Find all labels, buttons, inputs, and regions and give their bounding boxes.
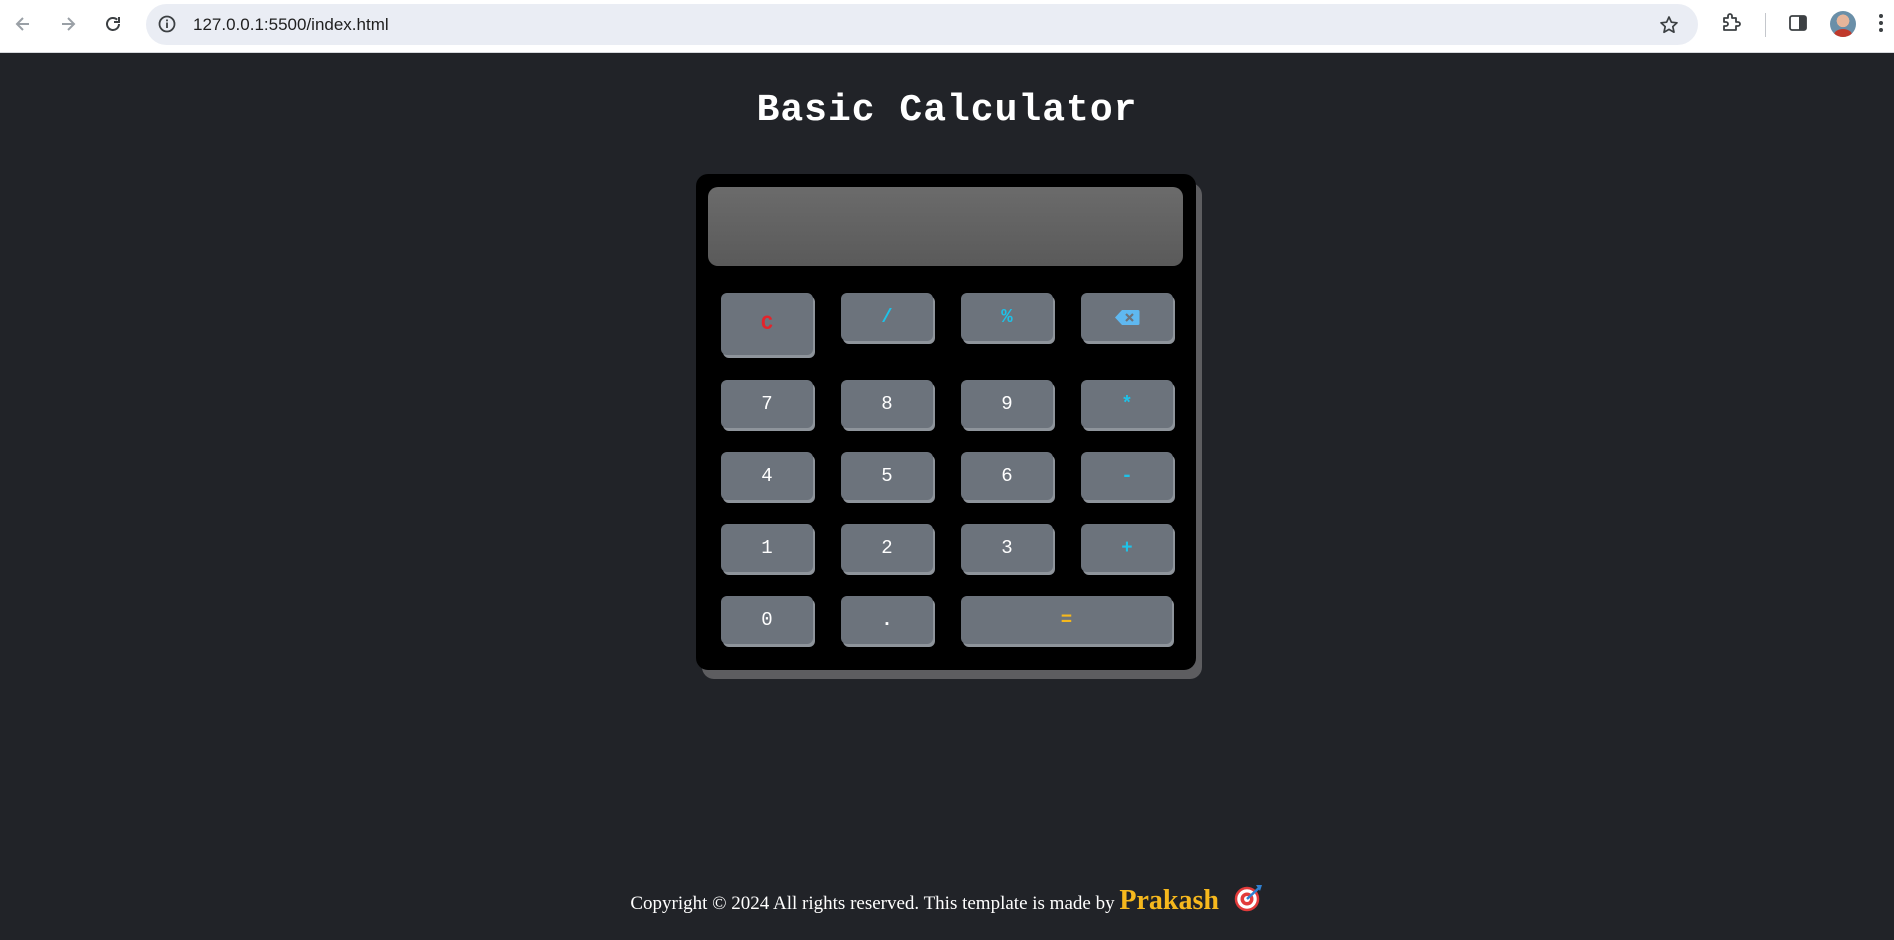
forward-icon[interactable] (56, 12, 80, 36)
footer: Copyright © 2024 All rights reserved. Th… (0, 883, 1894, 919)
address-bar[interactable]: 127.0.0.1:5500/index.html (146, 4, 1698, 45)
author-name: Prakash (1119, 885, 1219, 916)
page-body: Basic Calculator C / % 7 8 9 * 4 5 6 - 1… (0, 53, 1894, 940)
copyright-text: Copyright © 2024 All rights reserved. Th… (630, 893, 1115, 914)
url-text: 127.0.0.1:5500/index.html (193, 15, 389, 34)
digit-8-button[interactable]: 8 (841, 380, 933, 428)
bookmark-star-icon[interactable] (1658, 14, 1680, 36)
site-info-icon[interactable] (157, 14, 177, 34)
backspace-button[interactable] (1081, 293, 1173, 341)
plus-button[interactable]: + (1081, 524, 1173, 572)
divide-button[interactable]: / (841, 293, 933, 341)
minus-button[interactable]: - (1081, 452, 1173, 500)
reload-icon[interactable] (101, 12, 125, 36)
digit-2-button[interactable]: 2 (841, 524, 933, 572)
calculator: C / % 7 8 9 * 4 5 6 - 1 2 3 + 0 . = (696, 174, 1196, 670)
decimal-point-button[interactable]: . (841, 596, 933, 644)
backspace-icon (1114, 309, 1140, 326)
digit-6-button[interactable]: 6 (961, 452, 1053, 500)
back-icon[interactable] (11, 12, 35, 36)
side-panel-icon[interactable] (1785, 10, 1811, 36)
toolbar-divider (1765, 13, 1766, 37)
extensions-icon[interactable] (1718, 10, 1744, 36)
digit-9-button[interactable]: 9 (961, 380, 1053, 428)
calculator-display[interactable] (708, 187, 1183, 266)
digit-1-button[interactable]: 1 (721, 524, 813, 572)
digit-5-button[interactable]: 5 (841, 452, 933, 500)
multiply-button[interactable]: * (1081, 380, 1173, 428)
digit-3-button[interactable]: 3 (961, 524, 1053, 572)
clear-button[interactable]: C (721, 293, 813, 355)
menu-kebab-icon[interactable] (1873, 10, 1889, 36)
percent-button[interactable]: % (961, 293, 1053, 341)
equals-button[interactable]: = (961, 596, 1172, 644)
digit-0-button[interactable]: 0 (721, 596, 813, 644)
digit-7-button[interactable]: 7 (721, 380, 813, 428)
profile-avatar[interactable] (1830, 11, 1856, 37)
browser-toolbar: 127.0.0.1:5500/index.html (0, 0, 1894, 53)
dart-target-icon (1234, 883, 1264, 919)
page-title: Basic Calculator (756, 89, 1138, 132)
digit-4-button[interactable]: 4 (721, 452, 813, 500)
